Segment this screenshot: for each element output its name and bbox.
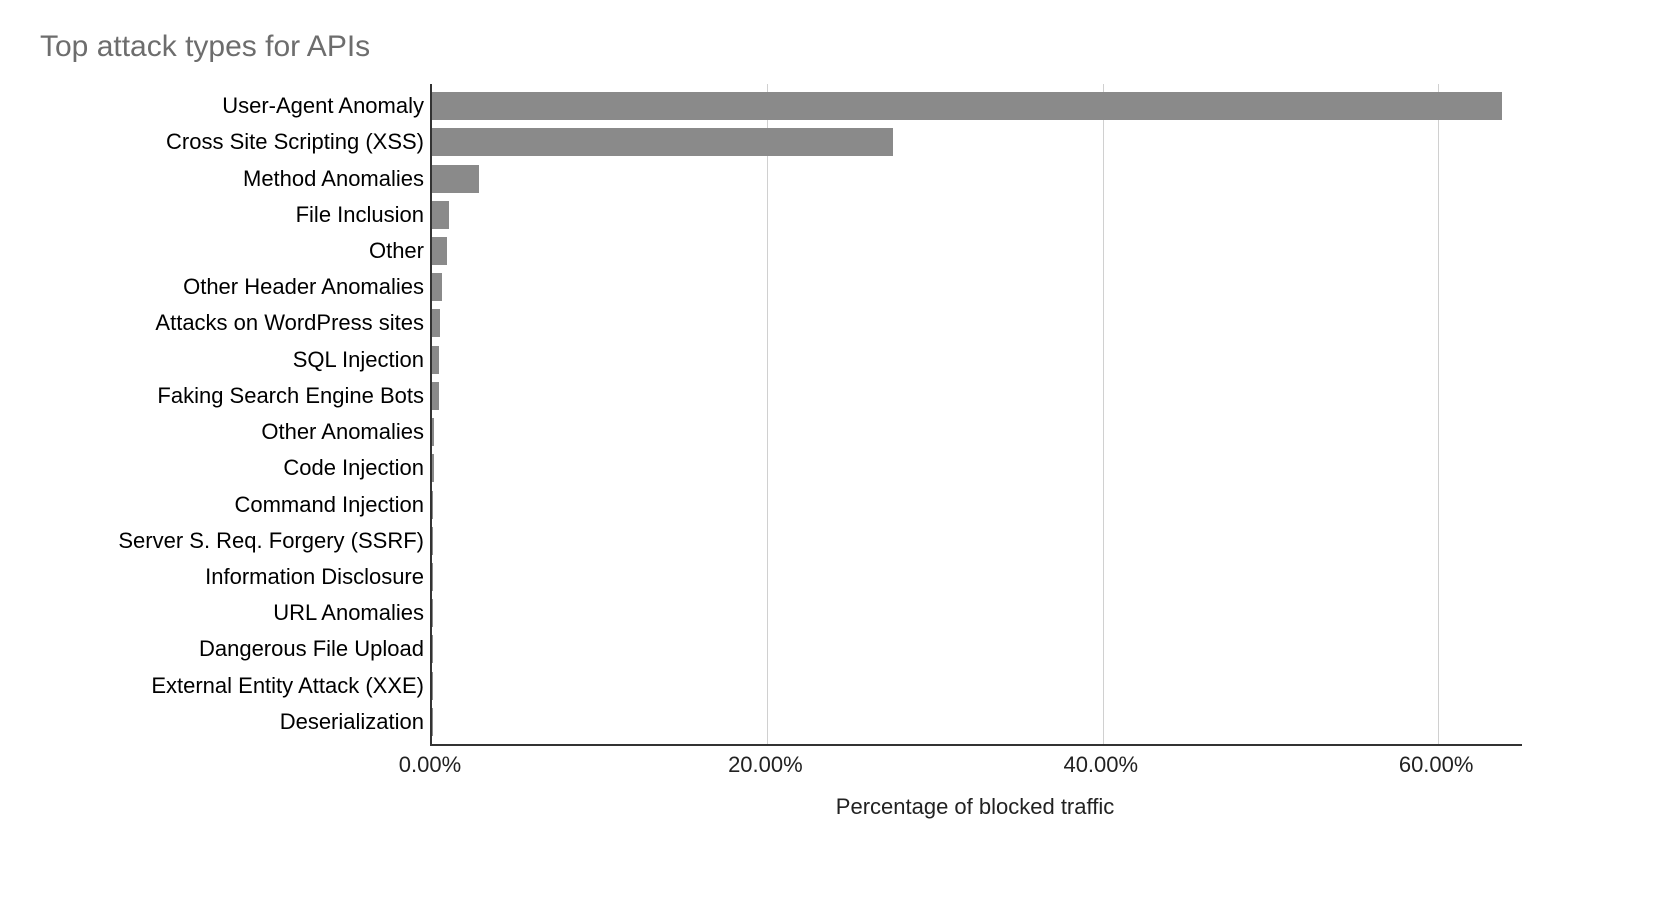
- bar: [432, 92, 1502, 120]
- category-label: Deserialization: [44, 708, 424, 736]
- bar: [432, 201, 449, 229]
- bar: [432, 708, 433, 736]
- category-label: Faking Search Engine Bots: [44, 382, 424, 410]
- bar: [432, 346, 439, 374]
- gridline: [1103, 84, 1104, 744]
- category-label: External Entity Attack (XXE): [44, 672, 424, 700]
- category-label: Information Disclosure: [44, 563, 424, 591]
- category-label: Code Injection: [44, 454, 424, 482]
- category-label: Other Header Anomalies: [44, 273, 424, 301]
- category-label: Cross Site Scripting (XSS): [44, 128, 424, 156]
- gridline: [767, 84, 768, 744]
- bar: [432, 273, 442, 301]
- bar: [432, 672, 433, 700]
- x-axis-label: Percentage of blocked traffic: [430, 794, 1520, 820]
- bar: [432, 563, 433, 591]
- bar: [432, 382, 439, 410]
- category-label: Other Anomalies: [44, 418, 424, 446]
- bar: [432, 599, 433, 627]
- category-label: Other: [44, 237, 424, 265]
- category-label: Server S. Req. Forgery (SSRF): [44, 527, 424, 555]
- x-tick-label: 0.00%: [399, 752, 461, 778]
- category-label: User-Agent Anomaly: [44, 92, 424, 120]
- bar: [432, 165, 479, 193]
- x-tick-label: 40.00%: [1063, 752, 1138, 778]
- chart-container: Top attack types for APIs 0.00% 20.00% 40.…: [40, 30, 1520, 850]
- bar: [432, 527, 433, 555]
- bar: [432, 237, 447, 265]
- category-label: URL Anomalies: [44, 599, 424, 627]
- category-label: Command Injection: [44, 491, 424, 519]
- plot-area: 0.00%20.00%40.00%60.00% Percentage of bl…: [40, 84, 1520, 804]
- bar: [432, 418, 434, 446]
- bar: [432, 309, 440, 337]
- category-label: Dangerous File Upload: [44, 635, 424, 663]
- chart-title: Top attack types for APIs: [40, 30, 1520, 64]
- gridline: [1438, 84, 1439, 744]
- category-label: SQL Injection: [44, 346, 424, 374]
- bar: [432, 635, 433, 663]
- x-tick-label: 60.00%: [1399, 752, 1474, 778]
- x-tick-label: 20.00%: [728, 752, 803, 778]
- category-label: Attacks on WordPress sites: [44, 309, 424, 337]
- bar: [432, 491, 433, 519]
- category-label: Method Anomalies: [44, 165, 424, 193]
- bar: [432, 454, 434, 482]
- bar: [432, 128, 893, 156]
- category-label: File Inclusion: [44, 201, 424, 229]
